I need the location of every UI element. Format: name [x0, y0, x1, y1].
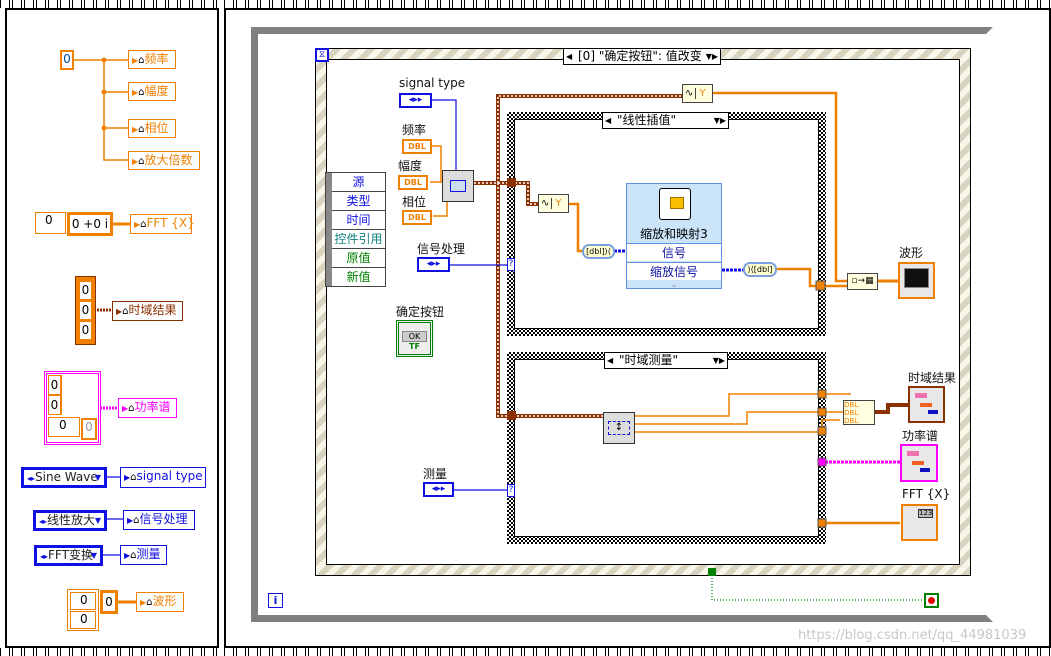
fft-indicator-label: FFT {X}: [902, 487, 951, 501]
simulate-signal-icon[interactable]: [442, 170, 474, 202]
phase-label: 相位: [402, 195, 427, 209]
freq-terminal[interactable]: DBL: [402, 139, 432, 154]
event-data-time[interactable]: 时间: [332, 211, 385, 230]
express-input-signal[interactable]: 信号: [627, 243, 721, 261]
process-terminal[interactable]: ◂▸▸: [417, 257, 450, 272]
signal-type-label: signal type: [399, 76, 466, 90]
freq-label: 频率: [402, 123, 427, 137]
convert-from-dynamic-data[interactable]: ⟩⟨[dbl]: [743, 262, 777, 277]
process-label: 信号处理: [417, 242, 466, 256]
signal-type-terminal[interactable]: ◂▸▸: [399, 93, 432, 108]
event-data-newval[interactable]: 新值: [332, 268, 385, 286]
ok-button-terminal[interactable]: OK TF: [396, 320, 433, 357]
time-result-indicator-label: 时域结果: [908, 371, 957, 385]
amp-terminal[interactable]: DBL: [398, 175, 428, 190]
amplitude-levels-icon[interactable]: ↕: [603, 412, 635, 444]
event-data-list: 源 类型 时间 控件引用 原值 新值: [332, 173, 385, 286]
event-data-oldval[interactable]: 原值: [332, 249, 385, 268]
case2-selector-terminal[interactable]: ?: [507, 484, 515, 497]
event-data-source[interactable]: 源: [332, 173, 385, 192]
wave-indicator-label: 波形: [899, 246, 924, 260]
iteration-info-icon: i: [268, 593, 283, 608]
tf-glyph: TF: [409, 342, 420, 351]
event-data-ctlref[interactable]: 控件引用: [332, 230, 385, 249]
y-label: Y: [699, 88, 706, 99]
watermark: https://blog.csdn.net/qq_44981039: [798, 628, 1027, 643]
get-waveform-y[interactable]: ∿ Y: [538, 194, 569, 213]
convert-to-dynamic-data[interactable]: [dbl]⟩⟨: [582, 244, 615, 259]
express-output-scaled[interactable]: 缩放信号: [627, 262, 721, 280]
amp-label: 幅度: [398, 159, 423, 173]
wires-diagram: [430, 91, 924, 601]
build-waveform-node[interactable]: ▫→▦: [847, 273, 878, 290]
stop-terminal[interactable]: [924, 593, 939, 608]
ok-button-label: 确定按钮: [396, 305, 445, 319]
waveform-graph-indicator[interactable]: [898, 262, 935, 299]
get-waveform-y[interactable]: ∿ Y: [682, 84, 713, 103]
scale-icon: [659, 188, 691, 220]
ok-glyph: OK: [402, 331, 427, 342]
fft-array-indicator[interactable]: 123: [901, 504, 938, 541]
event-data-type[interactable]: 类型: [332, 192, 385, 211]
expand-chevron-icon[interactable]: ⌄: [627, 280, 721, 289]
phase-terminal[interactable]: DBL: [402, 210, 432, 225]
measure-label: 测量: [423, 467, 448, 481]
measure-terminal[interactable]: ◂▸▸: [423, 482, 454, 497]
y-label: Y: [555, 198, 562, 209]
event-data-node[interactable]: 源 类型 时间 控件引用 原值 新值: [325, 172, 386, 287]
power-spectrum-indicator[interactable]: [900, 444, 938, 482]
bundle-node[interactable]: DBL DBL DBL: [843, 400, 875, 425]
power-indicator-label: 功率谱: [902, 429, 939, 443]
scale-mapping-express-vi[interactable]: 缩放和映射3 信号 缩放信号 ⌄: [626, 183, 722, 289]
time-result-cluster-indicator[interactable]: [908, 386, 945, 423]
case1-selector-terminal[interactable]: ?: [507, 258, 515, 271]
express-vi-title: 缩放和映射3: [640, 227, 708, 241]
